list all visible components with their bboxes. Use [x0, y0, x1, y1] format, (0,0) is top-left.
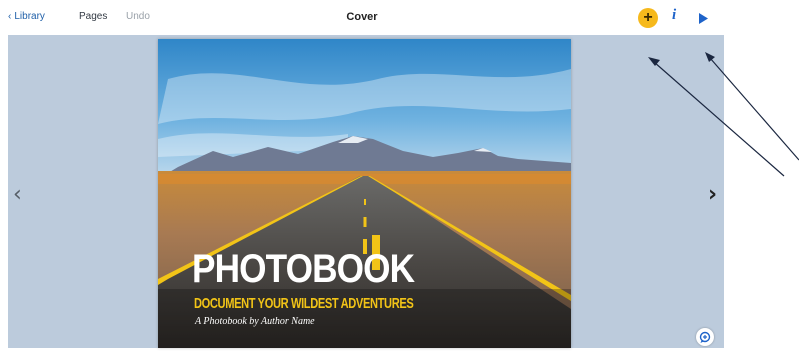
cover-page[interactable]: PHOTOBOOK DOCUMENT YOUR WILDEST ADVENTUR… — [158, 39, 571, 348]
page-title: Cover — [346, 11, 378, 23]
page-canvas: ‹ › PHOTOBOOK DOCUMENT YOUR WILDEST ADVE… — [8, 35, 724, 348]
comment-icon — [699, 331, 711, 343]
play-icon — [699, 13, 708, 24]
add-button[interactable]: + — [638, 8, 658, 28]
cover-author[interactable]: A Photobook by Author Name — [195, 316, 315, 327]
chevron-left-icon: ‹ — [13, 182, 22, 207]
previous-page-button[interactable]: ‹ — [13, 182, 22, 207]
top-toolbar: ‹ Library Pages Undo Cover + i — [0, 0, 724, 35]
plus-icon: + — [643, 9, 653, 26]
play-button[interactable] — [699, 11, 709, 29]
info-icon: i — [672, 7, 677, 23]
cover-title[interactable]: PHOTOBOOK — [192, 247, 415, 292]
comment-button[interactable] — [696, 328, 714, 346]
chevron-right-icon: › — [708, 182, 718, 207]
cover-subtitle[interactable]: DOCUMENT YOUR WILDEST ADVENTURES — [194, 295, 414, 312]
info-button[interactable]: i — [672, 7, 676, 24]
next-page-button[interactable]: › — [708, 182, 717, 207]
